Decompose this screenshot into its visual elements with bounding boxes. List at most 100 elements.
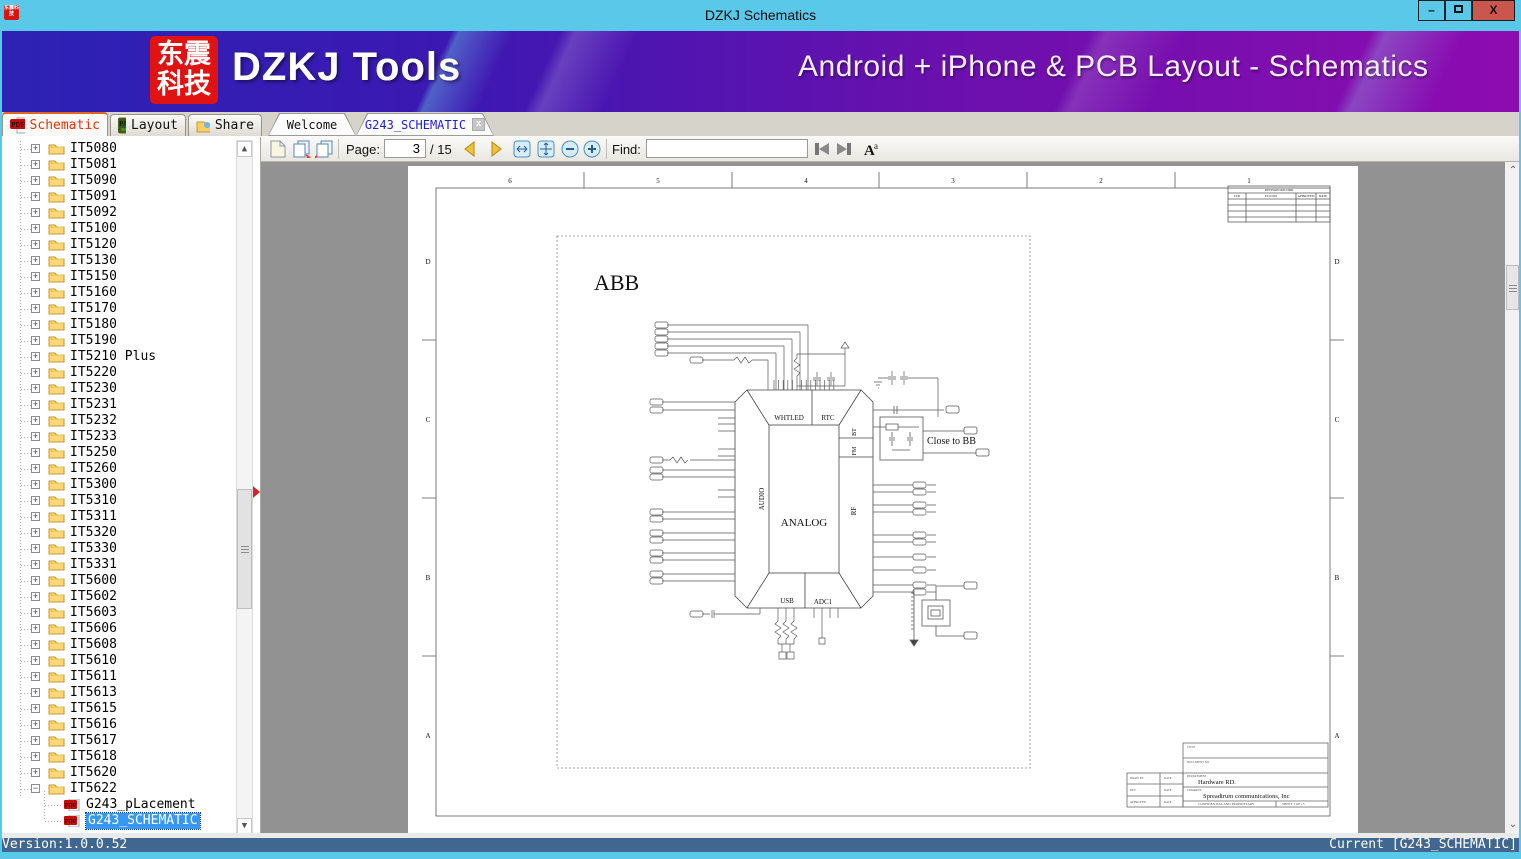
expand-icon[interactable]: + [31,192,40,201]
tree-folder-label[interactable]: IT5602 [70,589,117,605]
tree-row[interactable]: + IT5090 [0,173,236,189]
tree-row[interactable]: + IT5230 [0,381,236,397]
tree-folder-label[interactable]: IT5120 [70,237,117,253]
expand-icon[interactable]: + [31,496,40,505]
tree-folder-label[interactable]: IT5608 [70,637,117,653]
tree-row[interactable]: + IT5081 [0,157,236,173]
prev-page-button[interactable] [460,139,480,159]
tree-folder-label[interactable]: IT5615 [70,701,117,717]
tree-folder-label[interactable]: IT5600 [70,573,117,589]
tree-row[interactable]: + IT5311 [0,509,236,525]
tree-folder-label[interactable]: IT5320 [70,525,117,541]
expand-icon[interactable]: + [31,208,40,217]
expand-icon[interactable]: + [31,256,40,265]
tree-row[interactable]: + IT5091 [0,189,236,205]
tree-folder-label[interactable]: IT5310 [70,493,117,509]
tree-row[interactable]: + IT5310 [0,493,236,509]
expand-icon[interactable]: + [31,768,40,777]
tree-row[interactable]: + IT5190 [0,333,236,349]
tree-row[interactable]: + IT5231 [0,397,236,413]
tree-row[interactable]: + IT5092 [0,205,236,221]
expand-icon[interactable]: + [31,160,40,169]
match-case-button[interactable]: A a [859,139,883,159]
expand-icon[interactable]: + [31,624,40,633]
tree-folder-label[interactable]: IT5160 [70,285,117,301]
expand-icon[interactable]: + [31,512,40,521]
tree-scrollbar[interactable]: ▲ ▼ [236,140,253,835]
tree-folder-label[interactable]: IT5260 [70,461,117,477]
expand-icon[interactable]: + [31,592,40,601]
tree-folder-label[interactable]: IT5210 Plus [70,349,156,365]
expand-icon[interactable]: + [31,688,40,697]
tree-folder-label[interactable]: IT5606 [70,621,117,637]
tree-row[interactable]: + IT5250 [0,445,236,461]
tree-row[interactable]: + IT5232 [0,413,236,429]
expand-icon[interactable]: + [31,528,40,537]
tree-folder-label[interactable]: IT5250 [70,445,117,461]
tree-folder-label[interactable]: IT5611 [70,669,117,685]
tree-row[interactable]: + IT5130 [0,253,236,269]
expand-icon[interactable]: + [31,416,40,425]
expand-icon[interactable]: + [31,304,40,313]
tree-file-label-selected[interactable]: G243_SCHEMATIC [85,812,201,830]
tree-folder-label[interactable]: IT5311 [70,509,117,525]
expand-icon[interactable]: + [31,736,40,745]
expand-icon[interactable]: + [31,656,40,665]
expand-icon[interactable]: + [31,560,40,569]
splitter-collapse-arrow[interactable] [253,486,260,498]
tree-row[interactable]: + IT5600 [0,573,236,589]
tree-row[interactable]: + IT5613 [0,685,236,701]
tree-row[interactable]: + IT5160 [0,285,236,301]
tree-row[interactable]: + IT5320 [0,525,236,541]
expand-icon[interactable]: + [31,672,40,681]
tree-row[interactable]: + IT5618 [0,749,236,765]
tree-folder-label[interactable]: IT5100 [70,221,117,237]
tree-folder-label[interactable]: IT5616 [70,717,117,733]
find-previous-button[interactable] [812,139,832,159]
tab-schematic[interactable]: PDF Schematic [2,112,108,136]
tree-folder-label[interactable]: IT5220 [70,365,117,381]
expand-icon[interactable]: + [31,448,40,457]
tree-folder-label[interactable]: IT5231 [70,397,117,413]
expand-icon[interactable]: + [31,752,40,761]
document-viewer[interactable]: 6 5 4 3 2 1 D C B A D C B A REVISION REC… [261,162,1521,833]
tree-folder-label[interactable]: IT5080 [70,141,117,157]
tree-row[interactable]: + IT5620 [0,765,236,781]
expand-icon[interactable]: + [31,272,40,281]
tree-row[interactable]: + IT5100 [0,221,236,237]
tree-row[interactable]: + IT5615 [0,701,236,717]
expand-icon[interactable]: + [31,368,40,377]
tree-row[interactable]: + IT5233 [0,429,236,445]
tree-row[interactable]: + IT5180 [0,317,236,333]
tree-folder-label[interactable]: IT5092 [70,205,117,221]
tree-folder-label[interactable]: IT5331 [70,557,117,573]
tree-row[interactable]: + IT5606 [0,621,236,637]
tree-folder-label[interactable]: IT5610 [70,653,117,669]
tree-folder-label[interactable]: IT5150 [70,269,117,285]
tree-scrollbar-thumb[interactable] [237,489,252,609]
zoom-out-button[interactable] [560,139,580,159]
tree-row[interactable]: − IT5622 [0,781,236,797]
expand-icon[interactable]: + [31,336,40,345]
viewer-scrollbar-thumb[interactable] [1506,265,1519,310]
expand-icon[interactable]: + [31,240,40,249]
find-input[interactable] [646,139,808,158]
close-button[interactable]: X [1472,0,1515,21]
expand-icon[interactable]: + [31,640,40,649]
tree-row[interactable]: + IT5617 [0,733,236,749]
tree-row[interactable]: + IT5330 [0,541,236,557]
tree-folder-label[interactable]: IT5330 [70,541,117,557]
tree-row[interactable]: + IT5610 [0,653,236,669]
tree-row[interactable]: + IT5120 [0,237,236,253]
tree-folder-label[interactable]: IT5180 [70,317,117,333]
expand-icon[interactable]: + [31,224,40,233]
expand-icon[interactable]: + [31,400,40,409]
fit-width-button[interactable] [512,139,532,159]
expand-icon[interactable]: + [31,720,40,729]
tree-row[interactable]: + IT5210 Plus [0,349,236,365]
maximize-button[interactable] [1445,0,1472,21]
tree-row[interactable]: + IT5080 [0,141,236,157]
collapse-icon[interactable]: − [31,784,40,793]
expand-icon[interactable]: + [31,480,40,489]
tree-folder-label[interactable]: IT5130 [70,253,117,269]
